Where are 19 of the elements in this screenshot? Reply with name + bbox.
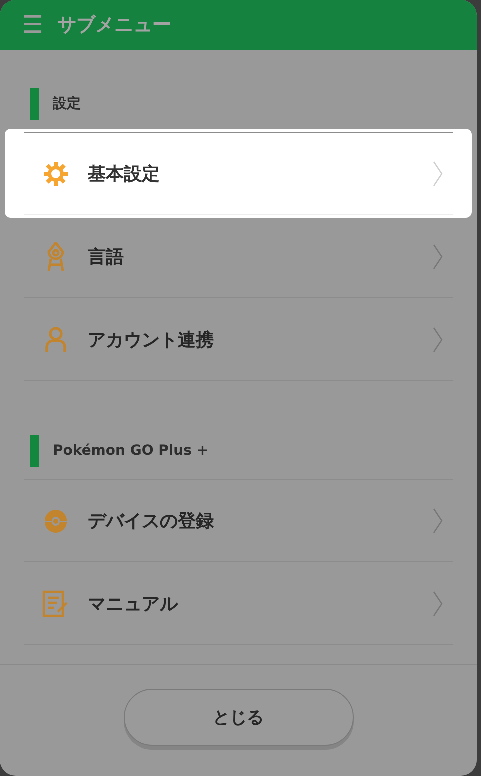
header-title: サブメニュー (58, 13, 172, 38)
chevron-right-icon (433, 326, 443, 352)
section-marker (30, 435, 39, 467)
menu-item[interactable]: デバイスの登録 (5, 479, 472, 562)
section-title: 設定 (53, 95, 81, 113)
chevron-right-icon (433, 590, 443, 616)
menu-item[interactable]: 言語 (5, 215, 472, 298)
section-marker (30, 88, 39, 120)
chevron-right-icon (433, 160, 443, 186)
menu-item[interactable]: マニュアル (5, 562, 472, 645)
menu-item[interactable]: アカウント連携 (5, 298, 472, 381)
gear-icon (43, 160, 69, 186)
section-title: Pokémon GO Plus + (53, 443, 209, 459)
chevron-right-icon (433, 508, 443, 534)
tower-icon (45, 242, 67, 272)
person-icon (45, 326, 67, 352)
document-icon (42, 590, 70, 618)
chevron-right-icon (433, 244, 443, 270)
menu-item[interactable]: 基本設定 (5, 129, 472, 218)
